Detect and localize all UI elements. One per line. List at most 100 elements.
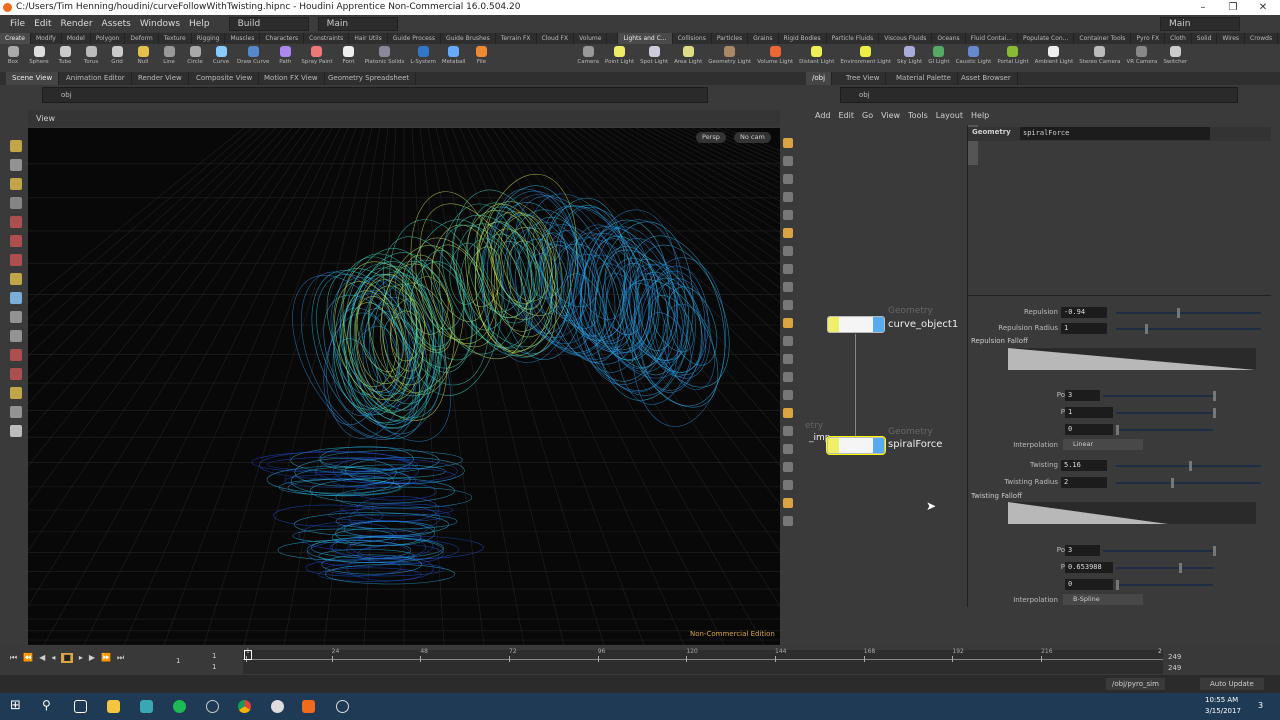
right-path-bar[interactable]: obj	[840, 87, 1238, 103]
ramp-add-button[interactable]	[968, 155, 978, 165]
shelf-tab[interactable]: Container Tools	[1074, 33, 1132, 44]
playback-button-icon[interactable]: ⏮	[10, 653, 17, 663]
tool-tube[interactable]: Tube	[52, 44, 78, 72]
pane-tab[interactable]: Animation Editor	[60, 72, 132, 85]
display-option-icon[interactable]	[783, 426, 793, 436]
tool-torus[interactable]: Torus	[78, 44, 104, 72]
param-slider[interactable]	[1103, 546, 1216, 556]
param-field[interactable]: 2	[1061, 477, 1107, 488]
start-frame-2[interactable]: 1	[212, 663, 216, 671]
shelf-tab[interactable]: Fluid Contai...	[966, 33, 1019, 44]
playback-button-icon[interactable]: ◂	[51, 653, 55, 663]
slider-handle[interactable]	[1188, 461, 1192, 471]
param-slider[interactable]	[1103, 391, 1216, 401]
shelf-tab[interactable]: Volume	[574, 33, 608, 44]
display-option-icon[interactable]	[783, 210, 793, 220]
param-slider[interactable]	[1116, 408, 1216, 418]
playback-button-icon[interactable]: ▶	[89, 653, 95, 663]
slider-handle[interactable]	[1116, 425, 1119, 435]
slider-handle[interactable]	[1171, 478, 1175, 488]
search-icon[interactable]: ⚲	[42, 698, 51, 712]
tool-ambient-light[interactable]: Ambient Light	[1032, 44, 1077, 72]
repulsion-falloff-ramp[interactable]	[1008, 348, 1256, 370]
tool-spray-paint[interactable]: Spray Paint	[298, 44, 335, 72]
task-view-icon[interactable]	[74, 700, 87, 713]
tool-metaball[interactable]: Metaball	[439, 44, 469, 72]
param-slider[interactable]	[1116, 324, 1261, 334]
tool-grid[interactable]: Grid	[104, 44, 130, 72]
camera-menu[interactable]: No cam	[734, 132, 771, 143]
twisting-falloff-ramp[interactable]	[1008, 502, 1256, 524]
tool-l-system[interactable]: L-System	[407, 44, 438, 72]
display-option-icon[interactable]	[783, 372, 793, 382]
shelf-tab[interactable]: Lights and C...	[618, 33, 673, 44]
shelf-tab[interactable]: Particles	[712, 33, 749, 44]
pane-tab[interactable]: /obj	[806, 72, 833, 85]
shelf-tab[interactable]: Grains	[748, 33, 779, 44]
slider-handle[interactable]	[1213, 408, 1216, 418]
maximize-button[interactable]: ❐	[1218, 0, 1248, 15]
display-option-icon[interactable]	[783, 156, 793, 166]
tool-box[interactable]: Box	[0, 44, 26, 72]
interpolation-select[interactable]: B-Spline	[1063, 594, 1143, 605]
shelf-tab[interactable]: Characters	[260, 33, 305, 44]
pane-tab[interactable]: Material Palette	[890, 72, 958, 85]
menu-windows[interactable]: Windows	[140, 19, 180, 29]
shelf-tab[interactable]: Oceans	[932, 33, 966, 44]
param-field[interactable]: 1	[1061, 323, 1107, 334]
param-slider[interactable]	[1116, 425, 1213, 435]
param-slider[interactable]	[1116, 478, 1261, 488]
display-option-icon[interactable]	[783, 354, 793, 364]
display-option-icon[interactable]	[783, 228, 793, 238]
playback-button-icon[interactable]: ◀	[39, 653, 45, 663]
sim-path[interactable]: /obj/pyro_sim	[1106, 678, 1165, 690]
viewport-tool-icon[interactable]	[10, 387, 22, 399]
network-menu-tools[interactable]: Tools	[908, 108, 928, 124]
playback-button-icon[interactable]: ⏩	[101, 653, 111, 663]
param-node-name[interactable]: spiralForce	[1020, 127, 1210, 140]
playback-button-icon[interactable]: ▸	[79, 653, 83, 663]
tool-sky-light[interactable]: Sky Light	[894, 44, 925, 72]
viewport-tool-icon[interactable]	[10, 159, 22, 171]
node-curve-object1[interactable]	[827, 316, 885, 333]
playback-button-icon[interactable]: ⏭	[117, 653, 124, 663]
param-field[interactable]: 0	[1065, 579, 1113, 590]
shelf-tab[interactable]: Cloth	[1165, 33, 1192, 44]
shelf-tab[interactable]: Constraints	[304, 33, 350, 44]
add-shelf-tab-icon[interactable]	[607, 33, 619, 44]
shelf-tab[interactable]: Rigid Bodies	[779, 33, 827, 44]
param-field[interactable]: 1	[1065, 407, 1113, 418]
display-option-icon[interactable]	[783, 174, 793, 184]
viewport-tool-icon[interactable]	[10, 197, 22, 209]
tool-stereo-camera[interactable]: Stereo Camera	[1076, 44, 1123, 72]
param-field[interactable]: 0.653988	[1065, 562, 1113, 573]
display-option-icon[interactable]	[783, 192, 793, 202]
shelf-tab[interactable]: Populate Con...	[1018, 33, 1075, 44]
shelf-tab[interactable]: Model	[62, 33, 91, 44]
pane-tab[interactable]: Geometry Spreadsheet	[322, 72, 417, 85]
display-option-icon[interactable]	[783, 282, 793, 292]
tool-circle[interactable]: Circle	[182, 44, 208, 72]
clock-date[interactable]: 3/15/2017	[1205, 707, 1241, 715]
slider-handle[interactable]	[1176, 308, 1180, 318]
ramp-delete-button[interactable]	[968, 145, 978, 155]
pane-tab[interactable]: Composite View	[190, 72, 260, 85]
viewport-tool-icon[interactable]	[10, 292, 22, 304]
display-option-icon[interactable]	[783, 336, 793, 346]
viewport-tool-icon[interactable]	[10, 311, 22, 323]
viewport-tool-icon[interactable]	[10, 254, 22, 266]
tool-file[interactable]: File	[468, 44, 494, 72]
display-option-icon[interactable]	[783, 264, 793, 274]
tool-area-light[interactable]: Area Light	[671, 44, 705, 72]
param-field[interactable]: 0	[1065, 424, 1113, 435]
current-frame-field[interactable]: 1	[176, 657, 180, 665]
houdini-icon[interactable]	[302, 700, 315, 713]
tool-platonic-solids[interactable]: Platonic Solids	[362, 44, 408, 72]
shelf-tab[interactable]: Deform	[125, 33, 159, 44]
notification-count[interactable]: 3	[1258, 701, 1263, 710]
viewport-tool-icon[interactable]	[10, 330, 22, 342]
timeline-bar[interactable]: 1 24 48 72 96 120 144 168 192 216 2	[243, 648, 1163, 674]
shelf-tab[interactable]: Viscous Fluids	[879, 33, 933, 44]
tool-spot-light[interactable]: Spot Light	[637, 44, 671, 72]
display-option-icon[interactable]	[783, 246, 793, 256]
